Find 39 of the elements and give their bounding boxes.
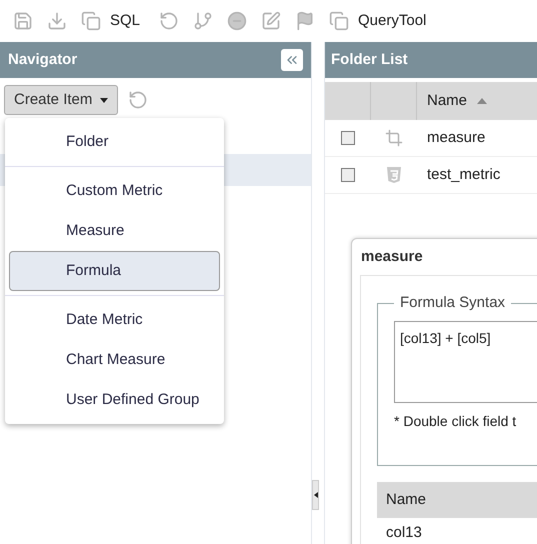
- menu-item[interactable]: User Defined Group: [9, 380, 220, 420]
- minus-circle-icon[interactable]: [226, 10, 248, 32]
- hint-text: * Double click field t: [394, 412, 518, 430]
- row-checkbox[interactable]: [341, 168, 355, 182]
- query-tool-button[interactable]: QueryTool: [358, 10, 426, 32]
- table-cell-text: col13: [385, 522, 423, 543]
- copy-icon[interactable]: [328, 10, 350, 32]
- formula-field[interactable]: [col13] + [col5]: [394, 320, 537, 402]
- sql-button[interactable]: SQL: [110, 10, 140, 32]
- menu-item[interactable]: Custom Metric: [9, 171, 220, 211]
- splitter-handle[interactable]: [312, 480, 319, 510]
- branch-icon[interactable]: [192, 10, 214, 32]
- menu-item[interactable]: Measure: [9, 211, 220, 251]
- fieldset-legend: Formula Syntax: [394, 292, 512, 314]
- panel-title: Navigator: [8, 50, 78, 70]
- caret-icon: [100, 98, 108, 102]
- copy-icon[interactable]: [80, 10, 102, 32]
- sort-ascending-icon: [477, 98, 488, 104]
- create-item-button[interactable]: Create Item: [4, 85, 118, 115]
- menu-item[interactable]: Formula: [9, 251, 220, 291]
- column-header[interactable]: Name: [427, 90, 488, 112]
- table-cell-text: measure: [427, 128, 486, 148]
- table-cell-text: test_metric: [427, 164, 500, 185]
- panel-title: Folder List: [331, 50, 408, 70]
- edit-icon[interactable]: [260, 10, 282, 32]
- menu-item[interactable]: Date Metric: [9, 300, 220, 340]
- collapse-icon[interactable]: [281, 49, 303, 71]
- menu-item[interactable]: Chart Measure: [9, 340, 220, 380]
- column-header[interactable]: Name: [386, 488, 426, 512]
- dialog-title: measure: [360, 246, 424, 267]
- save-icon[interactable]: [12, 10, 34, 32]
- collapse-arrow-icon: [314, 492, 318, 498]
- shield-icon: [386, 166, 402, 184]
- row-checkbox[interactable]: [341, 131, 355, 145]
- crop-icon: [385, 129, 403, 147]
- menu-item[interactable]: Folder: [9, 122, 220, 162]
- download-icon[interactable]: [46, 10, 68, 32]
- undo-icon[interactable]: [158, 10, 180, 32]
- refresh-icon[interactable]: [128, 90, 148, 110]
